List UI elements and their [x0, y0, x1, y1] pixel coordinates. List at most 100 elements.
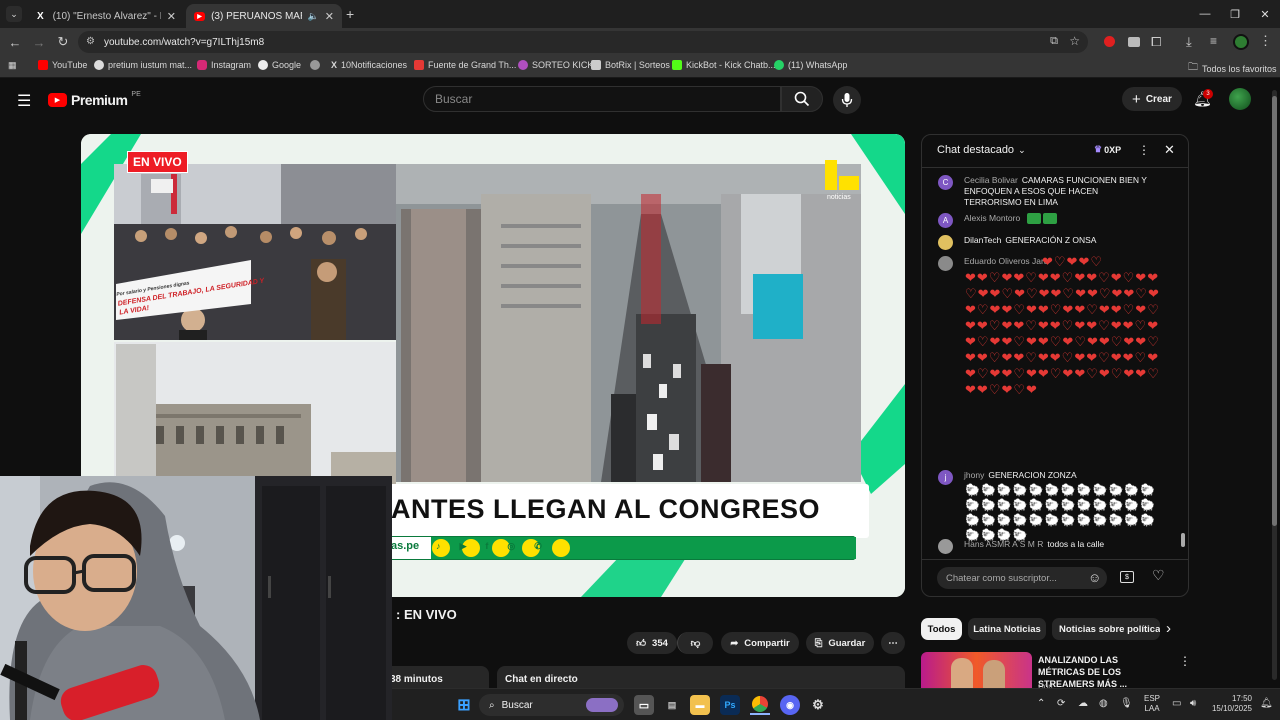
avatar[interactable]: A: [938, 213, 953, 228]
chat-menu-kebab-icon[interactable]: ⋮: [1138, 143, 1150, 157]
download-icon[interactable]: ⤓: [1186, 34, 1192, 50]
network-icon[interactable]: ▭: [1172, 698, 1181, 709]
notification-center-icon[interactable]: 🔔︎: [1260, 698, 1273, 709]
profile-avatar[interactable]: [1233, 34, 1249, 50]
extension-icon[interactable]: [1128, 37, 1140, 47]
scrollbar-thumb[interactable]: [1272, 96, 1277, 526]
voice-search-button[interactable]: [833, 86, 861, 114]
chat-input[interactable]: Chatear como suscriptor...: [937, 567, 1107, 589]
close-window-button[interactable]: ✕: [1248, 0, 1280, 28]
emoji-icon[interactable]: ☺: [1088, 570, 1101, 585]
avatar[interactable]: [938, 235, 953, 250]
super-chat-icon[interactable]: $: [1120, 571, 1134, 583]
channel-points[interactable]: ♛ 0XP: [1094, 144, 1121, 155]
site-info-icon[interactable]: ⚙: [86, 36, 95, 47]
file-explorer-icon[interactable]: ▬: [690, 695, 710, 715]
more-actions-button[interactable]: ⋯: [881, 632, 905, 654]
description-box[interactable]: 38 minutos: [390, 666, 489, 690]
create-button[interactable]: + Crear: [1122, 87, 1182, 111]
menu-kebab-icon[interactable]: ⋮: [1259, 33, 1272, 49]
tab-search-button[interactable]: ⌄: [6, 6, 22, 22]
close-tab-icon[interactable]: ✕: [167, 10, 176, 23]
search-button[interactable]: [781, 86, 823, 112]
recommended-thumbnail[interactable]: [921, 652, 1032, 688]
avatar[interactable]: j: [938, 470, 953, 485]
chrome-icon[interactable]: [750, 695, 770, 715]
thumbnail-face: [983, 660, 1005, 688]
avatar[interactable]: [938, 539, 953, 554]
language-indicator[interactable]: ESP LAA: [1144, 694, 1160, 714]
tab-peruanos[interactable]: ▶ (3) PERUANOS MARCHAN 🔈 ✕: [186, 4, 342, 28]
sheep-emoji-block: 🐑🐑🐑🐑🐑🐑🐑🐑🐑🐑🐑🐑🐑🐑🐑🐑🐑🐑🐑🐑🐑🐑🐑🐑🐑🐑🐑🐑🐑🐑🐑🐑🐑🐑🐑🐑🐑🐑🐑🐑: [965, 483, 1157, 542]
clock[interactable]: 17:50 15/10/2025: [1210, 694, 1252, 714]
chevron-right-icon[interactable]: ›: [1166, 620, 1171, 637]
chat-scrollbar-thumb[interactable]: [1181, 533, 1185, 547]
back-arrow-icon[interactable]: ←: [6, 33, 24, 51]
close-chat-icon[interactable]: ✕: [1164, 142, 1175, 158]
more-horizontal-icon: ⋯: [888, 637, 898, 649]
volume-icon[interactable]: 🔊︎: [1190, 698, 1196, 709]
puzzle-extensions-icon[interactable]: ⧠: [1151, 34, 1161, 50]
bookmark-kickbot[interactable]: KickBot - Kick Chatb...: [672, 60, 776, 70]
chip-todos[interactable]: Todos: [921, 618, 962, 640]
dislike-button[interactable]: 👎︎: [677, 632, 713, 654]
recommended-menu-kebab-icon[interactable]: ⋮: [1179, 654, 1191, 668]
forward-arrow-icon[interactable]: →: [30, 33, 48, 51]
heart-react-icon[interactable]: ♡: [1152, 567, 1165, 584]
minimize-button[interactable]: —: [1188, 0, 1222, 28]
tray-app-icon[interactable]: ⟳: [1057, 698, 1065, 709]
bookmark-youtube[interactable]: YouTube: [38, 60, 87, 70]
close-tab-icon[interactable]: ✕: [325, 10, 334, 23]
photoshop-icon[interactable]: Ps: [720, 695, 740, 715]
bookmark-10notificaciones[interactable]: X 10Notificaciones: [331, 60, 407, 70]
extension-red-icon[interactable]: [1104, 36, 1115, 47]
task-view-icon[interactable]: ▭: [634, 695, 654, 715]
onedrive-icon[interactable]: ☁: [1078, 698, 1088, 709]
all-bookmarks[interactable]: 🗀 Todos los favoritos: [1188, 60, 1277, 77]
reload-icon[interactable]: ↻: [54, 33, 72, 51]
save-button[interactable]: ⎘ Guardar: [806, 632, 874, 654]
chat-mode-dropdown[interactable]: Chat destacado ⌄: [937, 144, 1026, 156]
recommended-title[interactable]: ANALIZANDO LAS MÉTRICAS DE LOS STREAMERS…: [1038, 654, 1166, 690]
search-input[interactable]: Buscar: [423, 86, 781, 112]
tray-app-icon[interactable]: ◍: [1099, 698, 1108, 709]
new-tab-button[interactable]: +: [346, 6, 354, 22]
chat-scrollbar[interactable]: [1181, 171, 1185, 551]
channel-watermark: noticias: [827, 194, 851, 201]
avatar[interactable]: C: [938, 175, 953, 190]
bookmark-star-icon[interactable]: ☆: [1069, 34, 1080, 48]
hamburger-menu-icon[interactable]: ☰: [17, 91, 31, 111]
tray-chevron-icon[interactable]: ⌃: [1037, 698, 1045, 709]
bookmark-globe[interactable]: [310, 60, 320, 70]
bookmark-instagram[interactable]: Instagram: [197, 60, 251, 70]
page-scrollbar[interactable]: [1272, 90, 1277, 680]
avatar[interactable]: [938, 256, 953, 271]
bookmark-sorteo-kick[interactable]: SORTEO KICK: [518, 60, 593, 70]
bookmark-whatsapp[interactable]: (11) WhatsApp: [774, 60, 847, 70]
app-icon[interactable]: ⚙: [808, 695, 828, 715]
bookmark-pretium[interactable]: pretium iustum mat...: [94, 60, 192, 70]
like-button[interactable]: 👍︎ 354: [627, 632, 677, 654]
bookmark-grand-theft[interactable]: Fuente de Grand Th...: [414, 60, 516, 70]
taskbar-search[interactable]: ⌕ Buscar: [479, 694, 624, 716]
share-button[interactable]: ➦ Compartir: [721, 632, 799, 654]
bookmark-google[interactable]: Google: [258, 60, 301, 70]
apps-grid-icon[interactable]: ▦: [8, 60, 17, 71]
install-app-icon[interactable]: ⧉: [1050, 35, 1058, 48]
folder-icon: 🗀: [1188, 62, 1198, 73]
restore-button[interactable]: ❐: [1218, 0, 1252, 28]
youtube-premium-logo[interactable]: ▶ Premium PE: [48, 91, 141, 108]
reading-list-icon[interactable]: ≡: [1210, 34, 1217, 48]
microphone-icon[interactable]: 🎙︎: [1120, 698, 1133, 709]
tab-ernesto[interactable]: X (10) "Ernesto Álvarez" - Buscar / ✕: [26, 4, 184, 28]
live-chat-replay-tab[interactable]: Chat en directo: [497, 666, 905, 690]
chip-latina-noticias[interactable]: Latina Noticias: [968, 618, 1046, 640]
chip-noticias-politica[interactable]: Noticias sobre política: [1052, 618, 1160, 640]
account-avatar[interactable]: [1229, 88, 1251, 110]
address-bar[interactable]: ⚙ youtube.com/watch?v=g7ILThj15m8 ⧉ ☆: [78, 31, 1088, 53]
audio-icon[interactable]: 🔈: [308, 11, 319, 22]
windows-start-icon[interactable]: ⊞: [454, 695, 474, 715]
widgets-icon[interactable]: ▤: [662, 695, 682, 715]
bookmark-botrix[interactable]: BotRix | Sorteos: [591, 60, 670, 70]
discord-icon[interactable]: ◉: [780, 695, 800, 715]
